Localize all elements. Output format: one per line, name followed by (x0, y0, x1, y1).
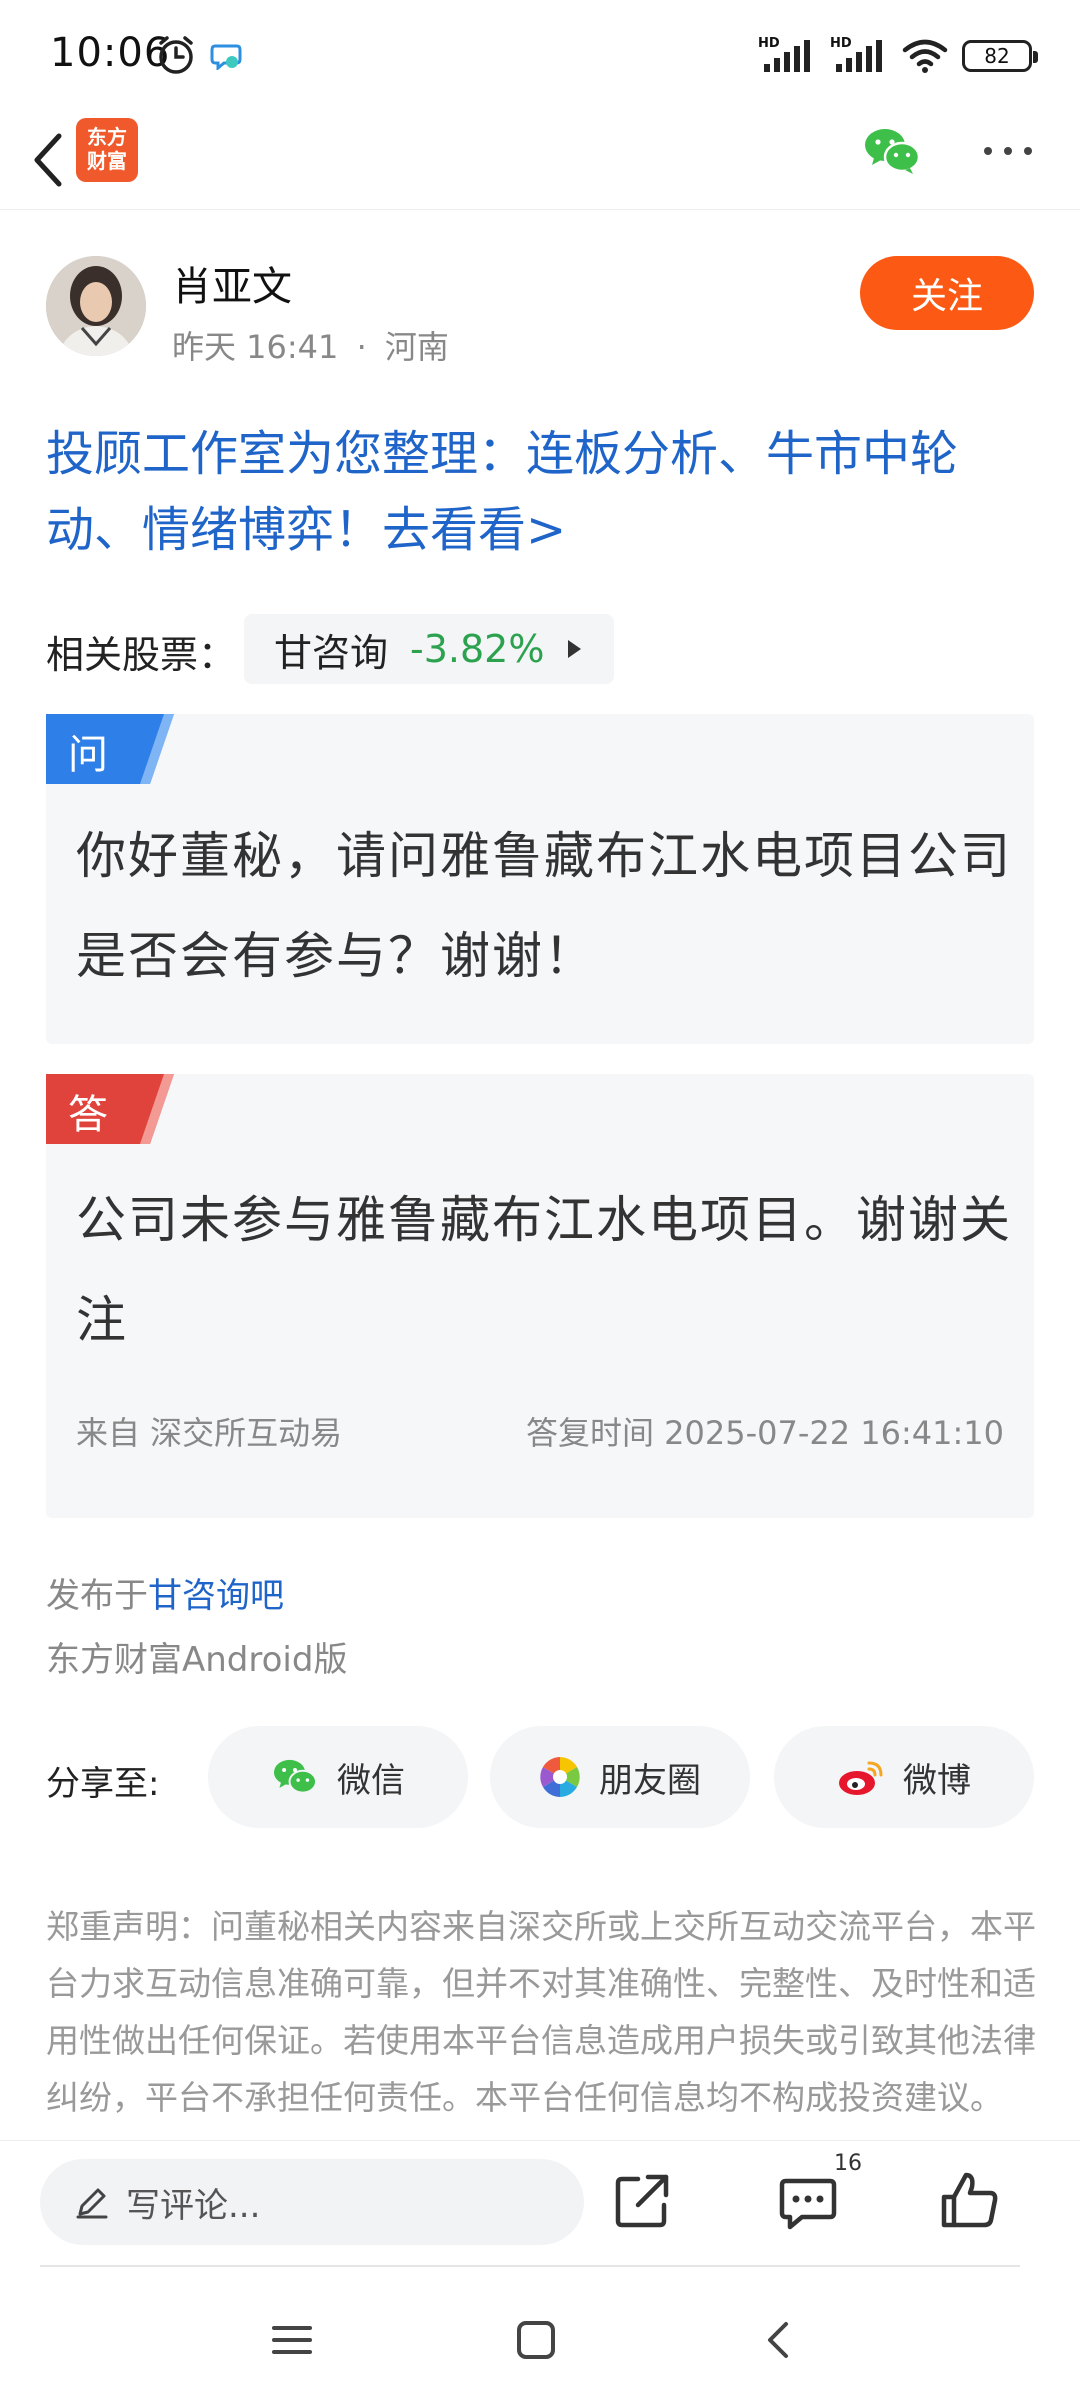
answer-text: 公司未参与雅鲁藏布江水电项目。谢谢关注 (76, 1191, 1012, 1349)
battery-indicator: 82 (962, 40, 1038, 72)
back-button[interactable] (18, 120, 78, 200)
back-icon (34, 133, 62, 187)
system-nav-bar (0, 2280, 1080, 2400)
pencil-icon (76, 2188, 108, 2219)
publish-info: 发布于甘咨询吧 (46, 1568, 284, 1617)
moments-icon (540, 1757, 580, 1797)
alarm-icon (159, 36, 193, 74)
share-out-icon[interactable] (610, 2169, 674, 2233)
stock-chip[interactable]: 甘咨询 -3.82% (244, 614, 614, 684)
comment-count: 16 (834, 2151, 862, 2176)
bottom-divider (40, 2265, 1020, 2267)
share-wechat-label: 微信 (337, 1760, 405, 1801)
share-moments-label: 朋友圈 (599, 1760, 701, 1801)
author-name[interactable]: 肖亚文 (172, 254, 292, 312)
answer-tag-bg (46, 1074, 174, 1144)
status-time: 10:06 (50, 30, 171, 76)
signal-icon: HD (830, 36, 888, 76)
avatar[interactable] (46, 256, 146, 356)
stock-name: 甘咨询 (274, 630, 389, 675)
share-weibo-button[interactable]: 微博 (774, 1726, 1034, 1828)
play-arrow-icon (568, 640, 582, 658)
disclaimer-text: 郑重声明：问董秘相关内容来自深交所或上交所互动交流平台，本平台力求互动信息准确可… (46, 1907, 1036, 2117)
question-tag-bg (46, 714, 174, 784)
wechat-icon (274, 1759, 317, 1794)
comment-placeholder: 写评论... (126, 2185, 261, 2226)
bottom-action-bar: 写评论... 16 (0, 2140, 1080, 2266)
status-bar: 10:06 HD HD 82 (0, 0, 1080, 110)
top-nav: 东方 财富 (0, 110, 1080, 210)
client-label: 东方财富Android版 (46, 1640, 348, 1680)
answer-time: 答复时间 2025-07-22 16:41:10 (525, 1414, 1004, 1452)
home-icon[interactable] (506, 2310, 566, 2370)
comment-icon[interactable] (776, 2169, 840, 2233)
share-weibo-label: 微博 (903, 1760, 971, 1801)
headline-link[interactable]: 投顾工作室为您整理：连板分析、牛市中轮动、情绪博弈！去看看> (46, 416, 1036, 568)
back-nav-icon[interactable] (750, 2310, 810, 2370)
stock-bar-link[interactable]: 甘咨询吧 (148, 1576, 284, 1616)
answer-card: 答 公司未参与雅鲁藏布江水电项目。谢谢关注 来自 深交所互动易 答复时间 202… (46, 1074, 1034, 1518)
stock-change: -3.82% (410, 627, 545, 671)
share-wechat-button[interactable]: 微信 (208, 1726, 468, 1828)
question-text: 你好董秘，请问雅鲁藏布江水电项目公司是否会有参与？谢谢！ (76, 827, 1012, 985)
chat-bubble-icon (210, 44, 242, 70)
publish-prefix: 发布于 (46, 1576, 148, 1616)
answer-source: 来自 深交所互动易 (76, 1414, 343, 1452)
signal-icon: HD (758, 36, 816, 76)
follow-button[interactable]: 关注 (860, 256, 1034, 330)
post-time: 昨天 16:41 (172, 328, 339, 366)
related-stock-label: 相关股票： (46, 633, 237, 677)
answer-tag: 答 (68, 1092, 108, 1138)
wechat-icon[interactable] (862, 124, 922, 178)
question-card: 问 你好董秘，请问雅鲁藏布江水电项目公司是否会有参与？谢谢！ (46, 714, 1034, 1044)
weibo-icon (839, 1761, 883, 1795)
more-icon[interactable] (978, 138, 1038, 164)
wifi-icon (902, 39, 948, 73)
thumbs-up-icon[interactable] (938, 2169, 1002, 2233)
share-moments-button[interactable]: 朋友圈 (490, 1726, 750, 1828)
post-location: 河南 (384, 328, 449, 366)
app-logo: 东方 财富 (76, 118, 138, 182)
question-tag: 问 (68, 732, 108, 778)
menu-icon[interactable] (262, 2310, 322, 2370)
share-label: 分享至: (46, 1764, 160, 1804)
comment-input[interactable]: 写评论... (40, 2159, 584, 2245)
meta-separator: · (356, 328, 367, 366)
post-meta: 昨天 16:41 · 河南 (172, 322, 449, 368)
